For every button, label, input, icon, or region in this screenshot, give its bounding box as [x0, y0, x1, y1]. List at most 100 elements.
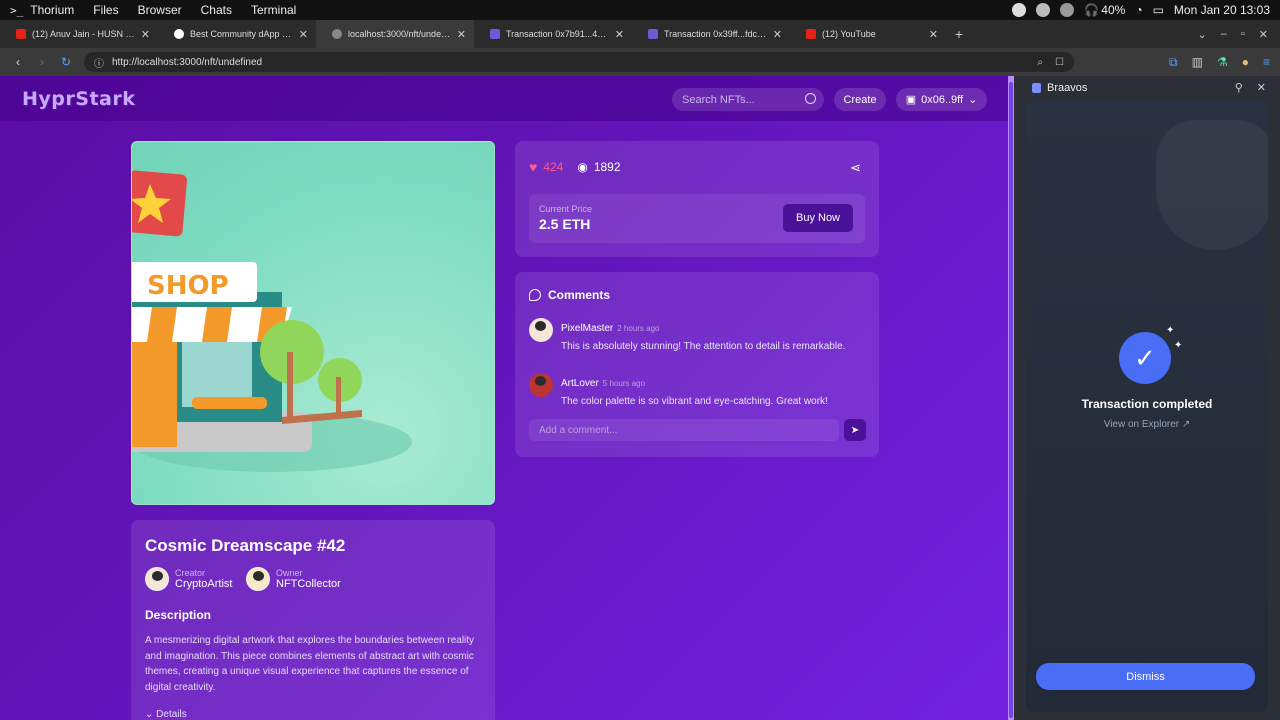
- shop-sign-text: SHOP: [147, 271, 229, 301]
- obs-icon[interactable]: [1060, 3, 1075, 17]
- send-comment-button[interactable]: ➤: [844, 419, 866, 441]
- labs-icon[interactable]: ⚗: [1217, 55, 1228, 69]
- new-tab-button[interactable]: +: [946, 26, 972, 42]
- close-tab-icon[interactable]: ✕: [773, 28, 782, 41]
- menu-terminal[interactable]: Terminal: [251, 3, 296, 17]
- headphones-icon[interactable]: 🎧: [1084, 3, 1099, 17]
- explorer-link-text: View on Explorer: [1103, 419, 1180, 430]
- google-icon: [174, 29, 184, 39]
- nft-title: Cosmic Dreamscape #42: [145, 536, 346, 555]
- owner-name: NFTCollector: [276, 578, 341, 590]
- close-tab-icon[interactable]: ✕: [457, 28, 466, 41]
- details-toggle[interactable]: ⌄ Details: [145, 709, 187, 720]
- comment-placeholder: Add a comment...: [539, 424, 618, 436]
- menu-chats[interactable]: Chats: [201, 3, 232, 17]
- sparkle-icon: ✦: [1174, 340, 1183, 351]
- battery-icon[interactable]: ▭: [1153, 3, 1164, 17]
- description-heading: Description: [145, 608, 212, 622]
- close-tab-icon[interactable]: ✕: [141, 28, 150, 41]
- owner-label: Owner: [276, 568, 303, 578]
- heart-icon: ♥: [529, 159, 538, 175]
- close-tab-icon[interactable]: ✕: [299, 28, 308, 41]
- check-icon: ✓: [1119, 332, 1171, 384]
- close-window-icon[interactable]: ✕: [1259, 28, 1268, 41]
- nft-image[interactable]: SHOP: [131, 141, 495, 505]
- browser-tab[interactable]: Best Community dApp on S ✕: [158, 20, 316, 48]
- wallet-popup: ✓ ✦ ✦ Transaction completed View on Expl…: [1026, 100, 1268, 712]
- comments-card: Comments PixelMaster 2 hours ago This is …: [515, 272, 879, 457]
- nft-info-card: Cosmic Dreamscape #42 Creator CryptoArti…: [131, 520, 495, 720]
- zoom-icon[interactable]: ⌕: [1037, 57, 1043, 68]
- back-icon[interactable]: ‹: [6, 55, 30, 69]
- chevron-down-icon: ⌄: [968, 94, 978, 106]
- maximize-icon[interactable]: ▫: [1241, 28, 1245, 40]
- braavos-icon: [1032, 83, 1041, 93]
- site-logo[interactable]: HyprStark: [22, 88, 135, 110]
- browser-tab[interactable]: (12) YouTube ✕: [790, 20, 946, 48]
- menu-files[interactable]: Files: [93, 3, 118, 17]
- chevron-down-icon: ⌄: [145, 709, 157, 720]
- reload-icon[interactable]: ↻: [54, 55, 78, 69]
- site-info-icon[interactable]: ⓘ: [94, 55, 104, 70]
- search-input[interactable]: Search NFTs...: [672, 88, 824, 111]
- comment-time: 5 hours ago: [602, 379, 646, 388]
- eye-icon: ◉: [577, 160, 588, 174]
- external-link-icon: ↗: [1181, 419, 1191, 430]
- dismiss-button[interactable]: Dismiss: [1036, 663, 1255, 690]
- wifi-icon[interactable]: ◔: [1135, 3, 1142, 17]
- owner-avatar: [246, 567, 270, 591]
- extensions-icon[interactable]: ⧉: [1169, 55, 1178, 70]
- battery-percent: 40%: [1101, 3, 1126, 17]
- price-label: Current Price: [539, 204, 593, 214]
- forward-icon[interactable]: ›: [30, 55, 54, 69]
- tab-search-icon[interactable]: ⌄: [1198, 28, 1207, 41]
- price-value: 2.5 ETH: [539, 216, 591, 232]
- wallet-icon: ▣: [905, 94, 917, 106]
- bookmark-icon[interactable]: ☐: [1055, 57, 1064, 68]
- owner-info[interactable]: Owner NFTCollector: [246, 567, 341, 591]
- view-on-explorer-link[interactable]: View on Explorer ↗: [1026, 419, 1268, 430]
- minimize-icon[interactable]: –: [1221, 28, 1227, 40]
- web-page: HyprStark Search NFTs... Create ▣ 0x06..…: [0, 76, 1008, 720]
- comment-user[interactable]: ArtLover: [561, 378, 599, 389]
- spotify-icon[interactable]: [1012, 3, 1027, 17]
- menu-icon[interactable]: ≡: [1263, 55, 1270, 69]
- close-tab-icon[interactable]: ✕: [929, 28, 938, 41]
- comment-text: This is absolutely stunning! The attenti…: [561, 341, 846, 352]
- search-icon[interactable]: [805, 93, 816, 104]
- like-count: 424: [543, 160, 564, 174]
- wallet-address: 0x06..9ff: [921, 93, 964, 106]
- send-icon: ➤: [850, 424, 860, 436]
- like-button[interactable]: ♥ 424: [529, 159, 563, 175]
- clock[interactable]: Mon Jan 20 13:03: [1174, 3, 1270, 17]
- tray-app-icon[interactable]: [1036, 3, 1051, 17]
- creator-info[interactable]: Creator CryptoArtist: [145, 567, 232, 591]
- system-bar: >_ Thorium Files Browser Chats Terminal …: [0, 0, 1280, 20]
- comment-item: ArtLover 5 hours ago The color palette is…: [529, 373, 865, 409]
- share-icon[interactable]: ⋖: [850, 160, 861, 176]
- comment-input[interactable]: Add a comment...: [529, 419, 839, 441]
- profile-avatar[interactable]: ●: [1242, 55, 1249, 69]
- close-panel-icon[interactable]: ✕: [1257, 81, 1266, 94]
- youtube-icon: [16, 29, 26, 39]
- pin-icon[interactable]: ⚲: [1235, 81, 1243, 94]
- url-field[interactable]: ⓘ http://localhost:3000/nft/undefined ⌕ ☐: [84, 52, 1074, 72]
- comment-item: PixelMaster 2 hours ago This is absolutel…: [529, 318, 865, 354]
- wallet-button[interactable]: ▣ 0x06..9ff ⌄: [896, 88, 987, 111]
- description-text: A mesmerizing digital artwork that explo…: [145, 635, 475, 693]
- comment-user[interactable]: PixelMaster: [561, 323, 613, 334]
- create-button[interactable]: Create: [834, 88, 886, 111]
- browser-tab[interactable]: Transaction 0x39ff...fdcf - St ✕: [632, 20, 790, 48]
- menu-browser[interactable]: Browser: [138, 3, 182, 17]
- sidepanel-icon[interactable]: ▥: [1192, 55, 1203, 69]
- sparkle-icon: ✦: [1166, 325, 1175, 336]
- terminal-prompt-icon: >_: [10, 3, 24, 17]
- browser-tab[interactable]: Transaction 0x7b91...4ec2 - ✕: [474, 20, 632, 48]
- browser-tab[interactable]: (12) Anuv Jain - HUSN (Offic✕: [0, 20, 158, 48]
- close-tab-icon[interactable]: ✕: [615, 28, 624, 41]
- side-panel: Braavos ⚲ ✕ ✓ ✦ ✦ Transaction completed …: [1014, 76, 1280, 720]
- buy-now-button[interactable]: Buy Now: [783, 204, 853, 232]
- app-name: Thorium: [30, 3, 75, 17]
- scrollbar-thumb[interactable]: [1009, 82, 1013, 718]
- browser-tab-active[interactable]: localhost:3000/nft/undefine ✕: [316, 20, 474, 48]
